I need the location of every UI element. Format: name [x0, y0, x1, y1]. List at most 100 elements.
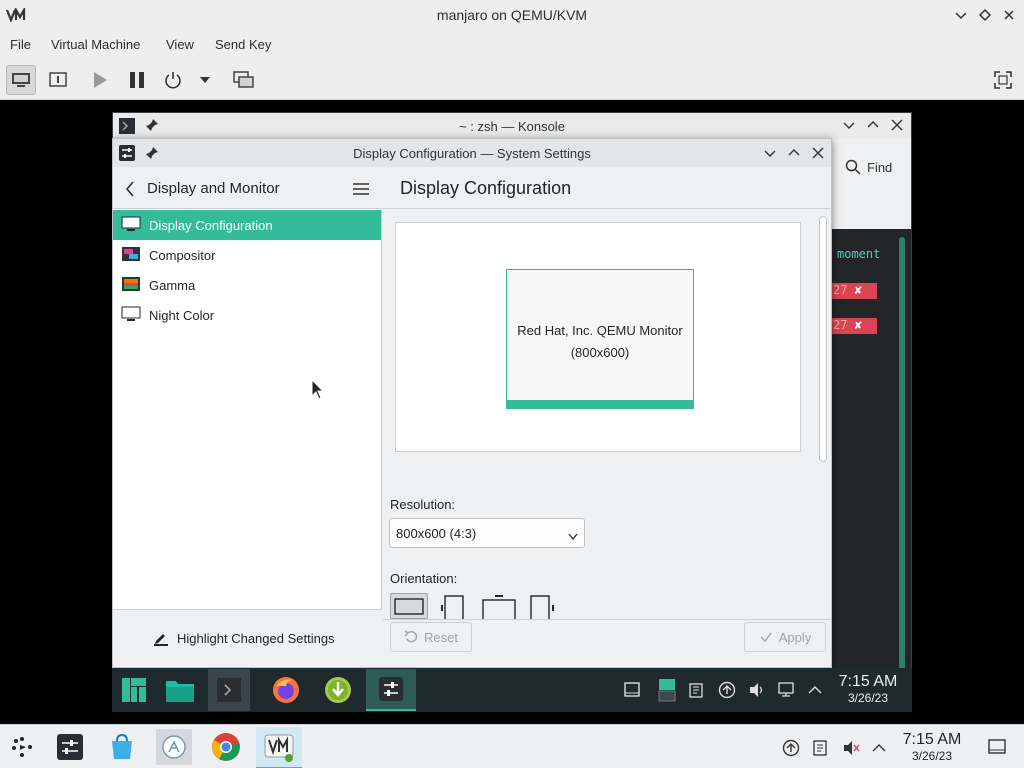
- package-manager-icon[interactable]: [322, 674, 354, 706]
- konsole-minimize-icon[interactable]: [843, 119, 855, 134]
- network-icon[interactable]: [778, 681, 796, 702]
- settings-title: Display Configuration — System Settings: [353, 146, 591, 161]
- close-icon[interactable]: [1002, 8, 1016, 25]
- find-label: Find: [867, 159, 893, 175]
- orientation-landscape-button[interactable]: [390, 593, 428, 619]
- content-header: Display Configuration: [383, 167, 831, 209]
- apply-label: Apply: [778, 629, 812, 645]
- guest-date: 3/26/23: [847, 691, 889, 705]
- host-updates-icon[interactable]: [782, 739, 800, 760]
- orientation-label: Orientation:: [390, 571, 458, 586]
- minimize-icon[interactable]: [954, 8, 968, 25]
- host-show-desktop-icon[interactable]: [988, 739, 1006, 758]
- konsole-maximize-icon[interactable]: [867, 119, 879, 134]
- konsole-title: ~ : zsh — Konsole: [459, 119, 565, 134]
- sidebar-title: Display and Monitor: [147, 180, 280, 197]
- menu-file[interactable]: File: [10, 37, 31, 52]
- clipboard-icon[interactable]: [688, 682, 704, 701]
- maximize-icon[interactable]: [978, 8, 992, 25]
- sidebar-item-display-configuration[interactable]: Display Configuration: [113, 210, 381, 240]
- terminal-scrollbar[interactable]: [899, 237, 905, 673]
- highlight-label: Highlight Changed Settings: [177, 630, 335, 646]
- highlight-pen-icon: [154, 634, 168, 646]
- power-icon[interactable]: [158, 65, 188, 95]
- highlight-changed-settings-button[interactable]: Highlight Changed Settings: [153, 630, 335, 646]
- apply-button[interactable]: Apply: [744, 622, 826, 652]
- file-manager-icon[interactable]: [164, 674, 196, 706]
- menu-virtual-machine[interactable]: Virtual Machine: [51, 37, 140, 52]
- terminal-error-badge: 27 ✘: [831, 318, 877, 334]
- host-tray-expand-chevron-icon[interactable]: [872, 741, 886, 756]
- resolution-label: Resolution:: [390, 497, 456, 512]
- system-settings-icon[interactable]: [52, 729, 88, 765]
- tray-expand-chevron-icon[interactable]: [808, 683, 822, 698]
- sidebar-item-night-color[interactable]: Night Color: [113, 300, 381, 330]
- orientation-inverted-button[interactable]: [481, 595, 517, 622]
- firefox-icon[interactable]: [270, 674, 302, 706]
- settings-close-icon[interactable]: [812, 147, 824, 162]
- fullscreen-icon[interactable]: [988, 65, 1018, 95]
- vm-titlebar: manjaro on QEMU/KVM: [0, 0, 1024, 30]
- monitor-name: Red Hat, Inc. QEMU Monitor: [517, 323, 683, 338]
- kde-connect-icon[interactable]: [156, 729, 192, 765]
- discover-store-icon[interactable]: [104, 729, 140, 765]
- search-icon: [845, 159, 861, 175]
- back-chevron-icon[interactable]: [125, 181, 135, 200]
- konsole-titlebar: ~ : zsh — Konsole: [113, 113, 911, 139]
- vm-screen[interactable]: ~ : zsh — Konsole Find moment 27 ✘ 27 ✘: [0, 100, 1024, 724]
- monitor-icon: [121, 216, 141, 235]
- menubar: File Virtual Machine View Send Key: [0, 30, 1024, 58]
- manjaro-menu-icon[interactable]: [118, 674, 150, 706]
- monitor-tile[interactable]: Red Hat, Inc. QEMU Monitor (800x600): [506, 269, 694, 409]
- sidebar-item-gamma[interactable]: Gamma: [113, 270, 381, 300]
- show-desktop-icon[interactable]: [624, 682, 640, 701]
- orientation-portrait-left-button[interactable]: [441, 595, 467, 622]
- reset-icon: [404, 630, 418, 643]
- gamma-icon: [121, 276, 141, 295]
- sidebar-footer: Highlight Changed Settings: [113, 609, 382, 667]
- konsole-find-area: Find: [831, 139, 911, 229]
- reset-button[interactable]: Reset: [390, 622, 472, 652]
- konsole-taskbar-icon[interactable]: [208, 669, 250, 711]
- sidebar-item-label: Compositor: [149, 247, 216, 263]
- host-time: 7:15 AM: [902, 731, 962, 748]
- badge-text: 27: [833, 318, 848, 332]
- konsole-close-icon[interactable]: [891, 119, 903, 134]
- content-scrollbar[interactable]: [819, 216, 827, 462]
- checkmark-icon: [760, 632, 772, 643]
- power-menu-chevron-icon[interactable]: [190, 65, 220, 95]
- console-view-button[interactable]: [6, 65, 36, 95]
- mouse-pointer-icon: [311, 378, 325, 404]
- snapshots-button[interactable]: [229, 65, 259, 95]
- find-button[interactable]: Find: [845, 159, 892, 175]
- chrome-icon[interactable]: [208, 729, 244, 765]
- virt-manager-taskbar-icon[interactable]: [256, 727, 302, 768]
- content-area: Display Configuration Red Hat, Inc. QEMU…: [383, 167, 831, 667]
- volume-icon[interactable]: [748, 681, 766, 702]
- orientation-portrait-right-button[interactable]: [529, 595, 555, 622]
- settings-minimize-icon[interactable]: [764, 147, 776, 162]
- settings-maximize-icon[interactable]: [788, 147, 800, 162]
- reset-label: Reset: [424, 629, 458, 645]
- host-clipboard-icon[interactable]: [812, 739, 828, 760]
- volume-muted-icon[interactable]: [842, 739, 860, 760]
- page-title: Display Configuration: [400, 178, 572, 198]
- pause-button[interactable]: [122, 65, 152, 95]
- guest-time: 7:15 AM: [838, 673, 898, 690]
- host-clock[interactable]: 7:15 AM 3/26/23: [892, 731, 972, 763]
- system-settings-taskbar-icon[interactable]: [366, 669, 416, 711]
- monitor-preview: Red Hat, Inc. QEMU Monitor (800x600): [395, 222, 801, 452]
- app-launcher-icon[interactable]: [4, 729, 40, 765]
- terminal-text: moment: [837, 247, 881, 261]
- menu-view[interactable]: View: [166, 37, 194, 52]
- details-view-button[interactable]: [43, 65, 73, 95]
- resolution-select[interactable]: 800x600 (4:3): [389, 518, 585, 548]
- menu-send-key[interactable]: Send Key: [215, 37, 271, 52]
- sidebar-item-compositor[interactable]: Compositor: [113, 240, 381, 270]
- guest-clock[interactable]: 7:15 AM 3/26/23: [828, 673, 908, 705]
- konsole-terminal[interactable]: moment 27 ✘ 27 ✘: [831, 229, 911, 679]
- hamburger-menu-icon[interactable]: [353, 182, 369, 199]
- updates-icon[interactable]: [718, 681, 736, 702]
- run-button[interactable]: [85, 65, 115, 95]
- pager-icon[interactable]: [658, 678, 676, 705]
